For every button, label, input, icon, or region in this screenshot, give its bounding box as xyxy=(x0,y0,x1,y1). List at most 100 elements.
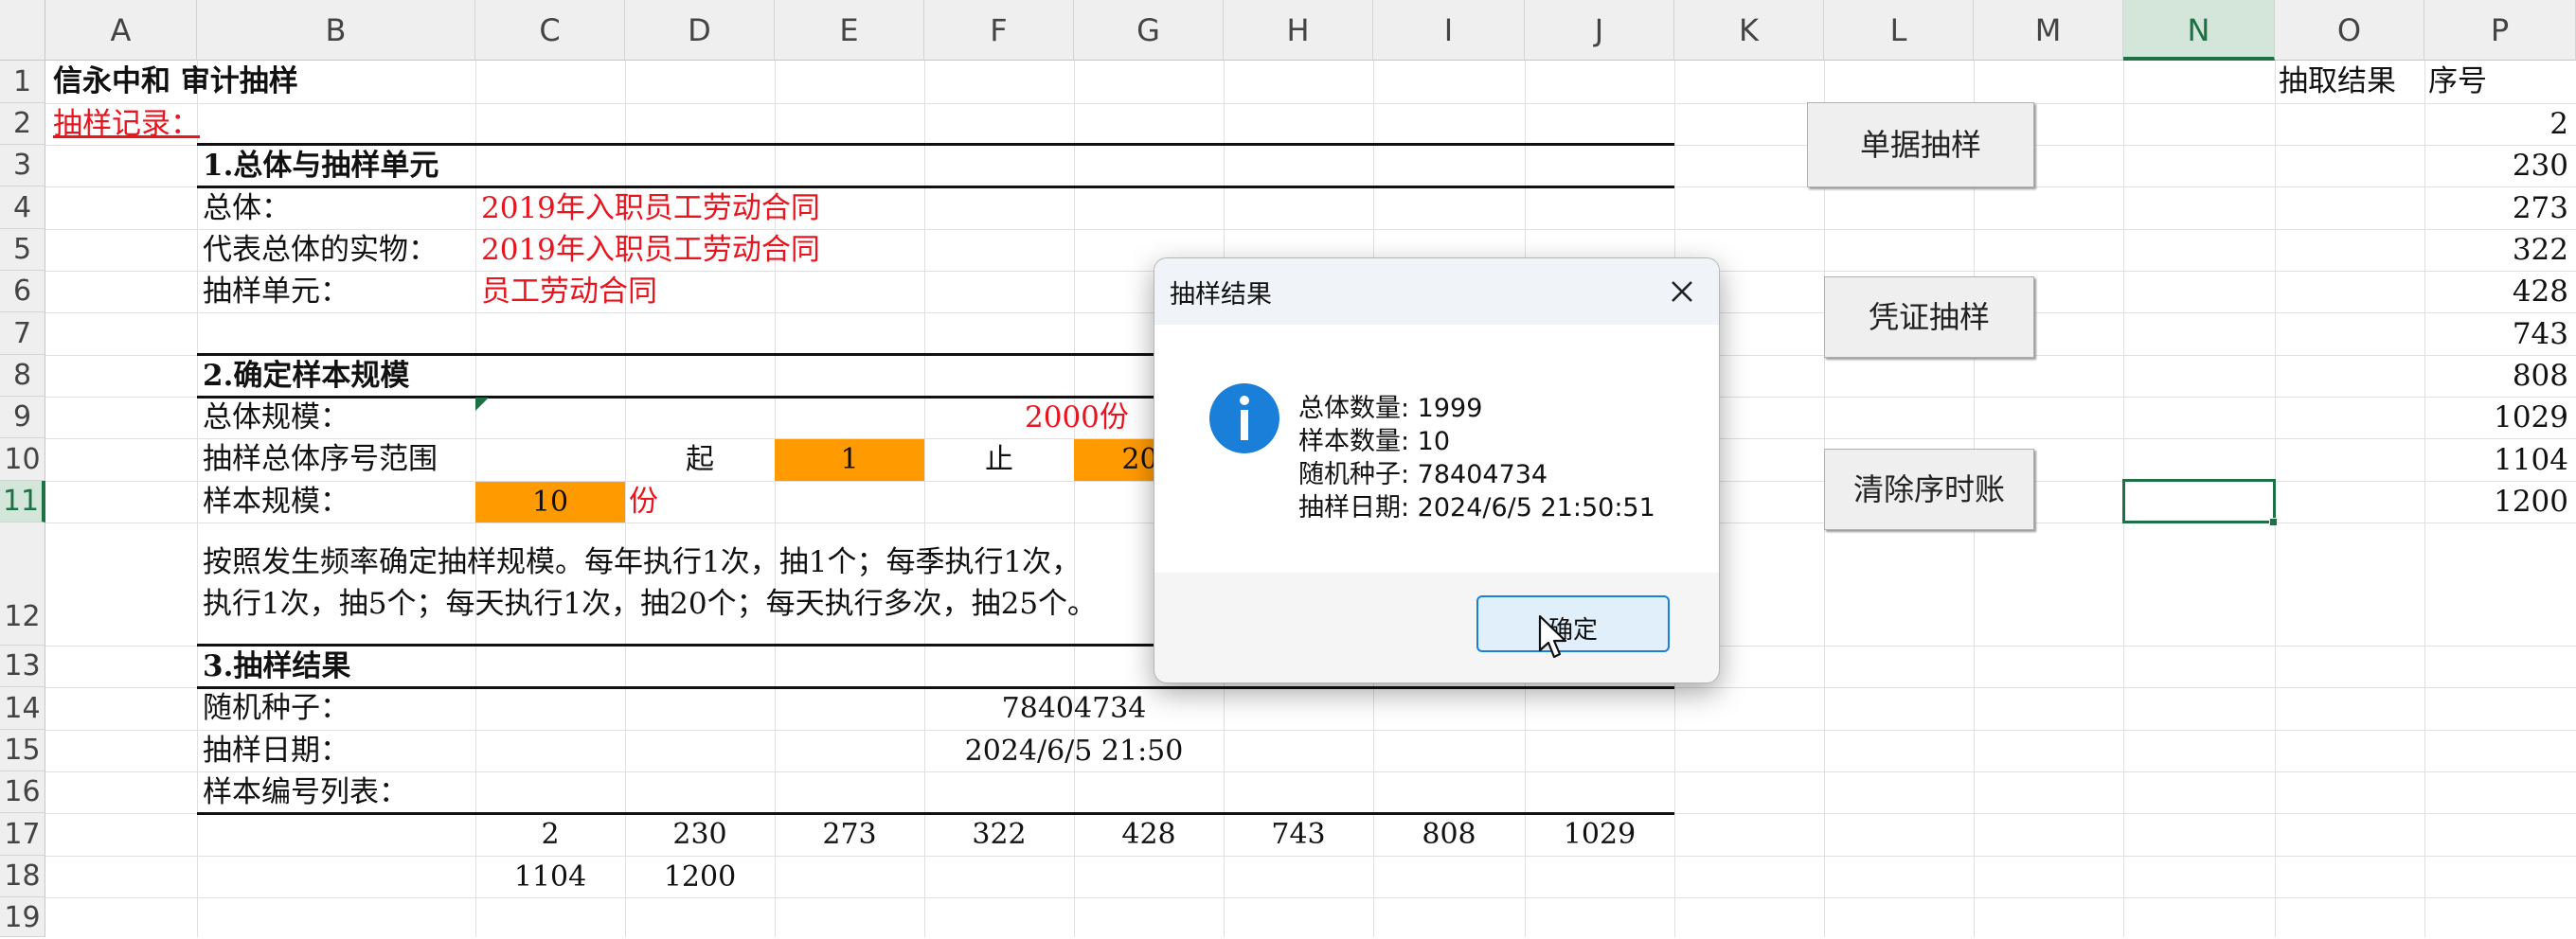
row-header-18[interactable]: 18 xyxy=(0,856,45,897)
clear-ledger-button[interactable]: 清除序时账 xyxy=(1824,449,2034,530)
sample-cell[interactable]: 743 xyxy=(1224,821,1373,849)
physical-value[interactable]: 2019年入职员工劳动合同 xyxy=(481,236,820,265)
range-end-label[interactable]: 止 xyxy=(924,446,1074,474)
population-value[interactable]: 2019年入职员工劳动合同 xyxy=(481,194,820,223)
sample-size-value[interactable]: 10 xyxy=(475,488,625,517)
cell-a2-sampling-record[interactable]: 抽样记录： xyxy=(53,110,200,139)
sample-cell[interactable]: 273 xyxy=(775,821,924,849)
cell-p1-seq-header[interactable]: 序号 xyxy=(2428,67,2487,97)
column-header-m[interactable]: M xyxy=(1974,0,2123,61)
p-column-value[interactable]: 2 xyxy=(2549,110,2568,139)
population-label[interactable]: 总体： xyxy=(203,194,291,223)
info-icon xyxy=(1208,381,1281,455)
row-header-11[interactable]: 11 xyxy=(0,481,45,523)
row-header-14[interactable]: 14 xyxy=(0,687,45,730)
row-header-9[interactable]: 9 xyxy=(0,397,45,438)
cell-a1-title[interactable]: 信永中和 审计抽样 xyxy=(53,67,298,97)
row-header-15[interactable]: 15 xyxy=(0,730,45,771)
column-header-c[interactable]: C xyxy=(475,0,625,61)
row-header-4[interactable]: 4 xyxy=(0,186,45,229)
row-header-10[interactable]: 10 xyxy=(0,438,45,481)
row-header-6[interactable]: 6 xyxy=(0,271,45,312)
p-column-value[interactable]: 230 xyxy=(2513,151,2568,181)
range-start-value[interactable]: 1 xyxy=(775,446,924,474)
column-header-o[interactable]: O xyxy=(2275,0,2424,61)
row-header-7[interactable]: 7 xyxy=(0,312,45,355)
p-column-value[interactable]: 743 xyxy=(2513,320,2568,349)
sample-cell[interactable]: 808 xyxy=(1373,821,1525,849)
sample-cell[interactable]: 1104 xyxy=(475,863,625,892)
p-column-value[interactable]: 273 xyxy=(2513,194,2568,223)
sample-cell[interactable]: 428 xyxy=(1074,821,1224,849)
column-header-k[interactable]: K xyxy=(1674,0,1824,61)
p-column-value[interactable]: 808 xyxy=(2513,362,2568,391)
seed-value[interactable]: 78404734 xyxy=(924,695,1224,723)
row-header-8[interactable]: 8 xyxy=(0,355,45,397)
column-header-g[interactable]: G xyxy=(1074,0,1224,61)
row-header-17[interactable]: 17 xyxy=(0,813,45,856)
date-label[interactable]: 抽样日期： xyxy=(203,736,349,766)
dialog-line-seed: 随机种子: 78404734 xyxy=(1298,460,1548,489)
close-icon[interactable] xyxy=(1660,270,1704,313)
range-start-label[interactable]: 起 xyxy=(625,446,775,474)
voucher-sampling-button[interactable]: 凭证抽样 xyxy=(1824,276,2034,358)
pop-size-label[interactable]: 总体规模： xyxy=(203,403,349,433)
unit-label[interactable]: 抽样单元： xyxy=(203,277,349,307)
cell-o1-result-header[interactable]: 抽取结果 xyxy=(2279,67,2396,97)
p-column-value[interactable]: 428 xyxy=(2513,277,2568,307)
column-header-j[interactable]: J xyxy=(1525,0,1674,61)
column-header-p[interactable]: P xyxy=(2424,0,2576,61)
p-column-value[interactable]: 1104 xyxy=(2494,446,2568,475)
physical-label[interactable]: 代表总体的实物： xyxy=(203,236,438,265)
sampling-result-dialog[interactable]: 抽样结果 总体数量: 1999 样本数量: 10 随机种子: 78404734 … xyxy=(1154,257,1720,683)
p-column-value[interactable]: 1029 xyxy=(2494,403,2568,433)
column-header-d[interactable]: D xyxy=(625,0,775,61)
frequency-note-line2[interactable]: 执行1次，抽5个；每天执行1次，抽20个；每天执行多次，抽25个。 xyxy=(203,590,1097,619)
dialog-line-population: 总体数量: 1999 xyxy=(1298,394,1483,423)
column-header-l[interactable]: L xyxy=(1824,0,1974,61)
sample-list-label[interactable]: 样本编号列表： xyxy=(203,778,408,807)
column-header-n[interactable]: N xyxy=(2123,0,2275,61)
row-header-12[interactable]: 12 xyxy=(0,523,45,646)
row-header-19[interactable]: 19 xyxy=(0,897,45,937)
row-header-1[interactable]: 1 xyxy=(0,61,45,103)
range-label[interactable]: 抽样总体序号范围 xyxy=(203,445,438,474)
sample-cell[interactable]: 322 xyxy=(924,821,1074,849)
sample-cell[interactable]: 1029 xyxy=(1525,821,1674,849)
section1-title[interactable]: 1.总体与抽样单元 xyxy=(203,151,438,181)
sample-size-label[interactable]: 样本规模： xyxy=(203,487,349,517)
frequency-note-line1[interactable]: 按照发生频率确定抽样规模。每年执行1次，抽1个；每季执行1次， xyxy=(203,548,1081,577)
row-header-5[interactable]: 5 xyxy=(0,229,45,271)
fill-handle[interactable] xyxy=(2269,518,2278,526)
section1-bottom-border xyxy=(197,186,1674,188)
row-header-13[interactable]: 13 xyxy=(0,646,45,687)
row-header-3[interactable]: 3 xyxy=(0,145,45,186)
dialog-titlebar[interactable]: 抽样结果 xyxy=(1154,258,1719,325)
sample-cell[interactable]: 230 xyxy=(625,821,775,849)
column-header-i[interactable]: I xyxy=(1373,0,1525,61)
unit-value[interactable]: 员工劳动合同 xyxy=(481,277,657,307)
column-header-h[interactable]: H xyxy=(1224,0,1373,61)
dialog-line-sample: 样本数量: 10 xyxy=(1298,427,1451,456)
sample-cell[interactable]: 1200 xyxy=(625,863,775,892)
seed-label[interactable]: 随机种子： xyxy=(203,694,349,723)
sample-cell[interactable]: 2 xyxy=(475,821,625,849)
column-header-b[interactable]: B xyxy=(197,0,475,61)
row-header-2[interactable]: 2 xyxy=(0,103,45,145)
sample-size-unit[interactable]: 份 xyxy=(629,487,658,517)
section2-title[interactable]: 2.确定样本规模 xyxy=(203,362,409,391)
section3-bottom-border xyxy=(197,686,1674,689)
date-value[interactable]: 2024/6/5 21:50 xyxy=(924,737,1224,766)
pop-size-value[interactable]: 2000份 xyxy=(1025,403,1129,433)
column-header-a[interactable]: A xyxy=(45,0,197,61)
doc-sampling-button[interactable]: 单据抽样 xyxy=(1807,102,2034,187)
column-header-f[interactable]: F xyxy=(924,0,1074,61)
section3-title[interactable]: 3.抽样结果 xyxy=(203,652,350,682)
p-column-value[interactable]: 1200 xyxy=(2494,487,2568,517)
active-cell-n11[interactable] xyxy=(2122,479,2276,523)
row-header-16[interactable]: 16 xyxy=(0,771,45,813)
select-all-corner[interactable] xyxy=(0,0,45,61)
p-column-value[interactable]: 322 xyxy=(2513,236,2568,265)
column-header-e[interactable]: E xyxy=(775,0,924,61)
ok-button[interactable]: 确定 xyxy=(1476,595,1670,652)
